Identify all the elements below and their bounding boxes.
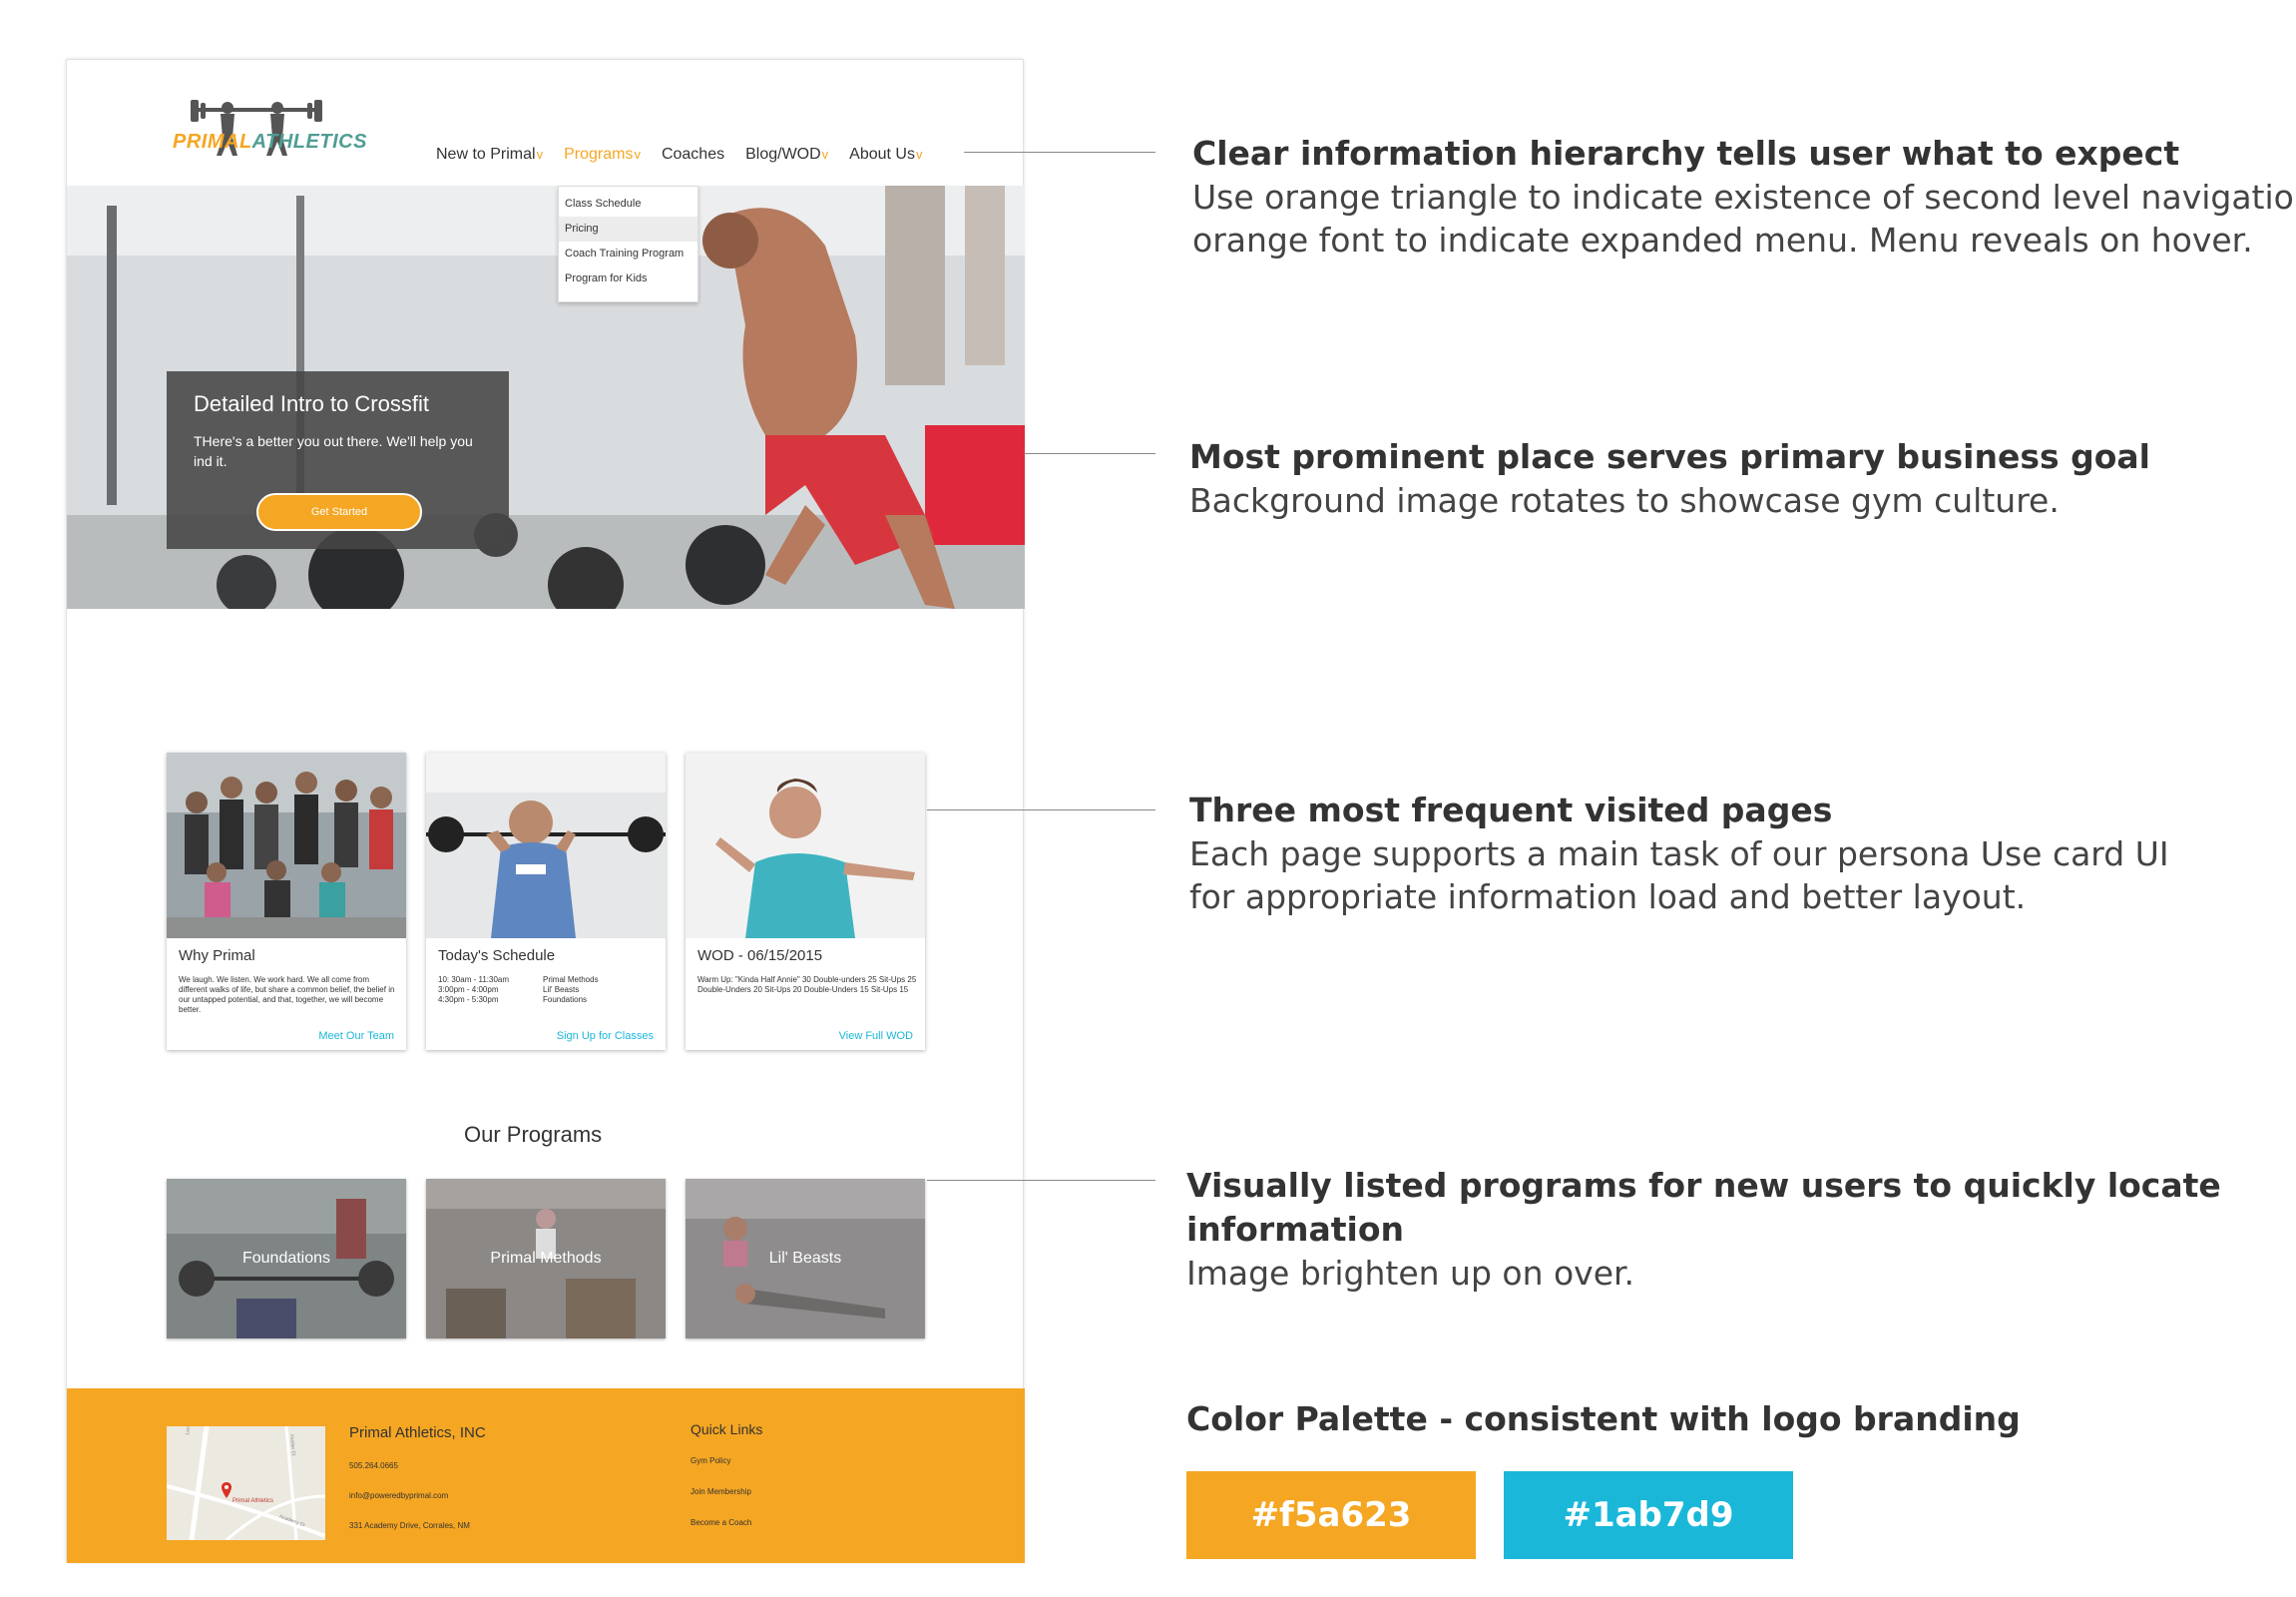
program-tile-foundations[interactable]: Foundations	[167, 1179, 406, 1338]
chevron-down-icon: v	[634, 147, 641, 162]
logo-text-athletics: ATHLETICS	[251, 131, 367, 153]
schedule-row: 4:30pm - 5:30pm Foundations	[438, 995, 658, 1005]
annotation-heading-continued: information	[1186, 1210, 1405, 1249]
program-label: Lil' Beasts	[768, 1250, 842, 1267]
schedule-time: 3:00pm - 4:00pm	[438, 985, 499, 994]
annotation-leader-line	[964, 152, 1155, 153]
annotation-hero: Most prominent place serves primary busi…	[1189, 435, 2296, 522]
logo-wordmark[interactable]: PRIMALATHLETICS	[173, 131, 367, 154]
program-tile-lil-beasts[interactable]: Lil' Beasts	[686, 1179, 925, 1338]
card-title: WOD - 06/15/2015	[697, 947, 823, 964]
athlete-photo-image	[686, 753, 925, 938]
company-name: Primal Athletics, INC	[349, 1424, 486, 1441]
annotation-leader-line	[927, 1180, 1155, 1181]
program-label: Foundations	[241, 1250, 331, 1267]
dropdown-item-coach-training[interactable]: Coach Training Program	[559, 242, 697, 266]
annotation-leader-line	[927, 809, 1155, 810]
annotation-palette: Color Palette - consistent with logo bra…	[1186, 1397, 2296, 1441]
annotation-heading: Clear information hierarchy tells user w…	[1192, 134, 2180, 173]
annotation-heading: Visually listed programs for new users t…	[1186, 1166, 2221, 1205]
annotation-navigation: Clear information hierarchy tells user w…	[1192, 132, 2296, 262]
quick-links-heading: Quick Links	[690, 1421, 763, 1437]
schedule-class: Primal Methods	[543, 975, 599, 984]
annotation-cards: Three most frequent visited pages Each p…	[1189, 789, 2296, 918]
company-email[interactable]: info@poweredbyprimal.com	[349, 1491, 448, 1500]
annotation-text: Each page supports a main task of our pe…	[1189, 834, 2169, 873]
card-title: Today's Schedule	[438, 947, 556, 964]
chevron-down-icon: v	[821, 147, 829, 162]
site-footer: Loma Larga Academy Dr Hunter Ct Primal A…	[67, 1388, 1025, 1563]
location-map[interactable]: Loma Larga Academy Dr Hunter Ct Primal A…	[167, 1426, 325, 1540]
program-label: Primal Methods	[490, 1250, 602, 1267]
chevron-down-icon: v	[915, 147, 923, 162]
nav-new-to-primal[interactable]: New to Primalv	[436, 146, 543, 164]
group-photo-image	[167, 753, 406, 938]
programs-heading: Our Programs	[464, 1122, 603, 1147]
company-address: 331 Academy Drive, Corrales, NM	[349, 1521, 470, 1530]
nav-label: Coaches	[661, 146, 725, 163]
schedule-list: 10: 30am - 11:30am Primal Methods 3:00pm …	[438, 975, 658, 1005]
quick-link-join-membership[interactable]: Join Membership	[690, 1487, 751, 1496]
company-phone[interactable]: 505.264.0665	[349, 1461, 398, 1470]
nav-programs[interactable]: Programsv	[564, 146, 641, 164]
card-why-primal: Why Primal We laugh. We listen. We work …	[167, 753, 406, 1050]
schedule-class: Foundations	[543, 995, 588, 1004]
main-nav: New to Primalv Programsv Coaches Blog/WO…	[436, 146, 943, 164]
annotation-text: Background image rotates to showcase gym…	[1189, 481, 2060, 520]
get-started-button[interactable]: Get Started	[256, 493, 422, 531]
nav-label: About Us	[849, 146, 915, 163]
color-swatch-teal: #1ab7d9	[1504, 1471, 1793, 1559]
schedule-time: 10: 30am - 11:30am	[438, 975, 510, 984]
view-full-wod-link[interactable]: View Full WOD	[839, 1030, 913, 1042]
schedule-row: 10: 30am - 11:30am Primal Methods	[438, 975, 658, 985]
meet-our-team-link[interactable]: Meet Our Team	[318, 1030, 394, 1042]
palette-heading: Color Palette - consistent with logo bra…	[1186, 1399, 2021, 1438]
annotation-leader-line	[1024, 453, 1155, 454]
quick-link-gym-policy[interactable]: Gym Policy	[690, 1456, 730, 1465]
website-mockup: PRIMALATHLETICS New to Primalv Programsv…	[66, 59, 1025, 1563]
annotation-text: Use orange triangle to indicate existenc…	[1192, 178, 2296, 217]
sign-up-for-classes-link[interactable]: Sign Up for Classes	[557, 1030, 654, 1042]
lifter-photo-image	[426, 753, 666, 938]
color-swatch-orange: #f5a623	[1186, 1471, 1476, 1559]
annotation-text: Image brighten up on over.	[1186, 1254, 1635, 1293]
card-todays-schedule: Today's Schedule 10: 30am - 11:30am Prima…	[426, 753, 666, 1050]
nav-label: Blog/WOD	[745, 146, 821, 163]
nav-label: New to Primal	[436, 146, 536, 163]
schedule-class: Lil' Beasts	[543, 985, 580, 994]
logo-text-primal: PRIMAL	[173, 131, 252, 153]
hero-intro-box: Detailed Intro to Crossfit THere's a bet…	[167, 371, 509, 549]
programs-dropdown-menu: Class Schedule Pricing Coach Training Pr…	[558, 186, 698, 302]
card-title: Why Primal	[179, 947, 255, 964]
card-body: We laugh. We listen. We work hard. We al…	[179, 975, 395, 1014]
annotation-text: orange font to indicate expanded menu. M…	[1192, 221, 2253, 260]
card-body: Warm Up: "Kinda Half Annie" 30 Double-un…	[697, 975, 917, 994]
annotation-programs: Visually listed programs for new users t…	[1186, 1164, 2296, 1295]
chevron-down-icon: v	[536, 147, 544, 162]
hero-title: Detailed Intro to Crossfit	[194, 391, 429, 416]
annotation-heading: Most prominent place serves primary busi…	[1189, 437, 2150, 476]
hero-text: THere's a better you out there. We'll he…	[194, 433, 473, 469]
annotation-heading: Three most frequent visited pages	[1189, 791, 1833, 829]
nav-blog-wod[interactable]: Blog/WODv	[745, 146, 828, 164]
map-pin-icon	[222, 1482, 231, 1498]
dropdown-item-program-for-kids[interactable]: Program for Kids	[559, 266, 697, 291]
nav-coaches[interactable]: Coaches	[662, 146, 724, 164]
map-pin-label: Primal Athletics	[232, 1498, 274, 1504]
dropdown-item-class-schedule[interactable]: Class Schedule	[559, 192, 697, 217]
schedule-time: 4:30pm - 5:30pm	[438, 995, 499, 1004]
annotation-text: for appropriate information load and bet…	[1189, 877, 2027, 916]
card-wod: WOD - 06/15/2015 Warm Up: "Kinda Half An…	[686, 753, 925, 1050]
quick-link-become-a-coach[interactable]: Become a Coach	[690, 1518, 751, 1527]
schedule-row: 3:00pm - 4:00pm Lil' Beasts	[438, 985, 658, 995]
dropdown-item-pricing[interactable]: Pricing	[559, 217, 697, 242]
nav-about-us[interactable]: About Usv	[849, 146, 922, 164]
nav-label: Programs	[564, 146, 634, 163]
program-tile-primal-methods[interactable]: Primal Methods	[426, 1179, 666, 1338]
